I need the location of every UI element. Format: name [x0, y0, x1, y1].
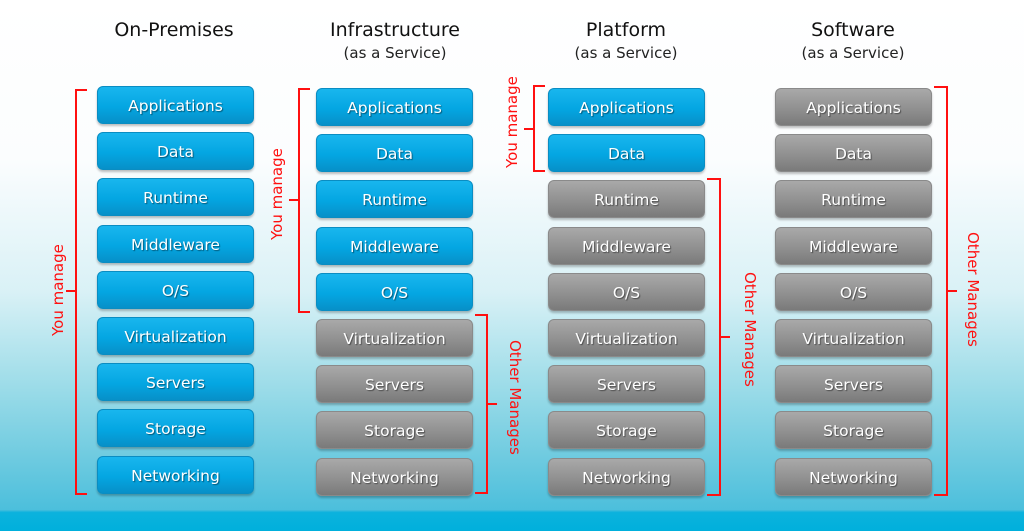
bracket-tick	[289, 199, 299, 201]
title-text: On-Premises	[114, 19, 234, 41]
layer-box-applications: Applications	[97, 86, 254, 124]
column-title-on-premises: On-Premises	[94, 18, 254, 42]
you-manage-label-paas: You manage	[503, 76, 521, 168]
layer-box-servers: Servers	[316, 365, 473, 403]
layer-box-runtime: Runtime	[97, 178, 254, 216]
layer-box-storage: Storage	[97, 409, 254, 447]
layer-box-middleware: Middleware	[548, 227, 705, 265]
layer-box-networking: Networking	[97, 456, 254, 494]
layer-box-data: Data	[97, 132, 254, 170]
layer-box-storage: Storage	[775, 411, 932, 449]
bracket-tick	[947, 290, 957, 292]
layer-box-applications: Applications	[775, 88, 932, 126]
layer-box-servers: Servers	[97, 363, 254, 401]
layer-box-applications: Applications	[548, 88, 705, 126]
subtitle-text: (as a Service)	[574, 44, 678, 62]
column-title-iaas: Infrastructure (as a Service)	[300, 18, 490, 64]
you-manage-label-on-premises: You manage	[49, 244, 67, 336]
layer-box-data: Data	[316, 134, 473, 172]
you-manage-bracket-paas	[533, 85, 545, 172]
you-manage-bracket-on-premises	[75, 89, 87, 495]
subtitle-text: (as a Service)	[343, 44, 447, 62]
other-manages-bracket-saas	[934, 86, 948, 496]
column-title-saas: Software (as a Service)	[758, 18, 948, 64]
layer-box-virtualization: Virtualization	[775, 319, 932, 357]
layer-box-o-s: O/S	[775, 273, 932, 311]
layer-box-runtime: Runtime	[775, 180, 932, 218]
layer-box-storage: Storage	[548, 411, 705, 449]
layer-box-networking: Networking	[775, 458, 932, 496]
title-text: Infrastructure	[329, 19, 460, 41]
other-manages-label-iaas: Other Manages	[506, 340, 524, 455]
layer-box-o-s: O/S	[97, 271, 254, 309]
layer-box-data: Data	[548, 134, 705, 172]
layer-box-virtualization: Virtualization	[97, 317, 254, 355]
subtitle-text: (as a Service)	[801, 44, 905, 62]
layer-box-middleware: Middleware	[97, 225, 254, 263]
layer-box-storage: Storage	[316, 411, 473, 449]
you-manage-bracket-iaas	[298, 88, 310, 313]
layer-box-virtualization: Virtualization	[548, 319, 705, 357]
layer-box-o-s: O/S	[316, 273, 473, 311]
other-manages-label-saas: Other Manages	[964, 232, 982, 347]
layer-box-runtime: Runtime	[316, 180, 473, 218]
layer-box-virtualization: Virtualization	[316, 319, 473, 357]
other-manages-label-paas: Other Manages	[741, 272, 759, 387]
layer-box-networking: Networking	[316, 458, 473, 496]
layer-box-servers: Servers	[548, 365, 705, 403]
title-text: Platform	[585, 19, 667, 41]
layer-box-servers: Servers	[775, 365, 932, 403]
bracket-tick	[720, 336, 730, 338]
column-title-paas: Platform (as a Service)	[531, 18, 721, 64]
other-manages-bracket-paas	[707, 178, 721, 496]
title-text: Software	[811, 19, 895, 41]
layer-box-runtime: Runtime	[548, 180, 705, 218]
layer-box-networking: Networking	[548, 458, 705, 496]
you-manage-label-iaas: You manage	[268, 148, 286, 240]
layer-box-data: Data	[775, 134, 932, 172]
bracket-tick	[487, 403, 497, 405]
layer-box-o-s: O/S	[548, 273, 705, 311]
layer-box-middleware: Middleware	[316, 227, 473, 265]
layer-box-applications: Applications	[316, 88, 473, 126]
bracket-tick	[66, 290, 76, 292]
bracket-tick	[524, 128, 534, 130]
layer-box-middleware: Middleware	[775, 227, 932, 265]
